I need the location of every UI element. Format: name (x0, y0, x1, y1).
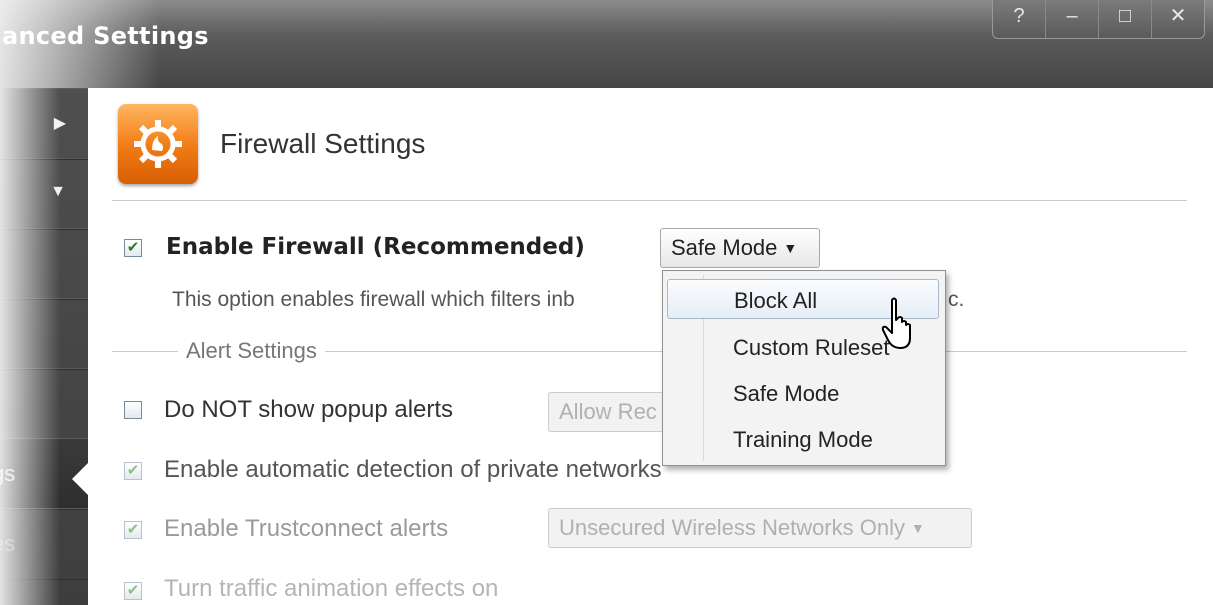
enable-firewall-label: Enable Firewall (Recommended) (166, 234, 585, 260)
firewall-mode-select[interactable]: Safe Mode ▼ (660, 228, 820, 268)
popup-alerts-label: Do NOT show popup alerts (164, 396, 454, 423)
minimize-button[interactable]: – (1045, 0, 1098, 38)
chevron-down-icon: ▼ (910, 520, 925, 536)
menu-item-safe-mode[interactable]: Safe Mode (667, 373, 939, 413)
popup-alerts-select[interactable]: Allow Rec (548, 392, 668, 432)
firewall-description: This option enables firewall which filte… (172, 288, 575, 311)
main-panel: Firewall Settings ✔ Enable Firewall (Rec… (88, 88, 1213, 605)
trustconnect-select[interactable]: Unsecured Wireless Networks Only ▼ (548, 508, 972, 548)
firewall-gear-icon (118, 104, 198, 184)
animation-checkbox[interactable]: ✔ (124, 582, 142, 600)
firewall-mode-value: Safe Mode (671, 235, 778, 260)
trustconnect-checkbox[interactable]: ✔ (124, 521, 142, 539)
private-networks-checkbox[interactable]: ✔ (124, 462, 142, 480)
hand-cursor-icon (881, 297, 911, 349)
alert-settings-group-label: Alert Settings (178, 338, 325, 364)
private-networks-label: Enable automatic detection of private ne… (164, 456, 662, 483)
firewall-description-tail: c. (948, 288, 965, 311)
popup-alerts-checkbox[interactable]: ✔ (124, 401, 142, 419)
active-indicator (72, 463, 88, 495)
chevron-down-icon: ▼ (783, 240, 798, 256)
close-button[interactable]: ✕ (1151, 0, 1204, 38)
help-button[interactable]: ? (993, 0, 1045, 38)
window-controls: ? – □ ✕ (992, 0, 1205, 39)
enable-firewall-checkbox[interactable]: ✔ (124, 239, 142, 257)
window-title: anced Settings (2, 22, 209, 50)
maximize-button[interactable]: □ (1098, 0, 1151, 38)
header-divider (112, 200, 1187, 201)
trustconnect-label: Enable Trustconnect alerts (164, 515, 449, 542)
title-bar: anced Settings ? – □ ✕ (0, 0, 1213, 88)
menu-item-training-mode[interactable]: Training Mode (667, 419, 939, 459)
trustconnect-value: Unsecured Wireless Networks Only (559, 515, 905, 540)
animation-label: Turn traffic animation effects on (164, 575, 499, 602)
sidebar: ▶ ▼ gs es (0, 88, 88, 605)
page-title: Firewall Settings (220, 128, 426, 159)
